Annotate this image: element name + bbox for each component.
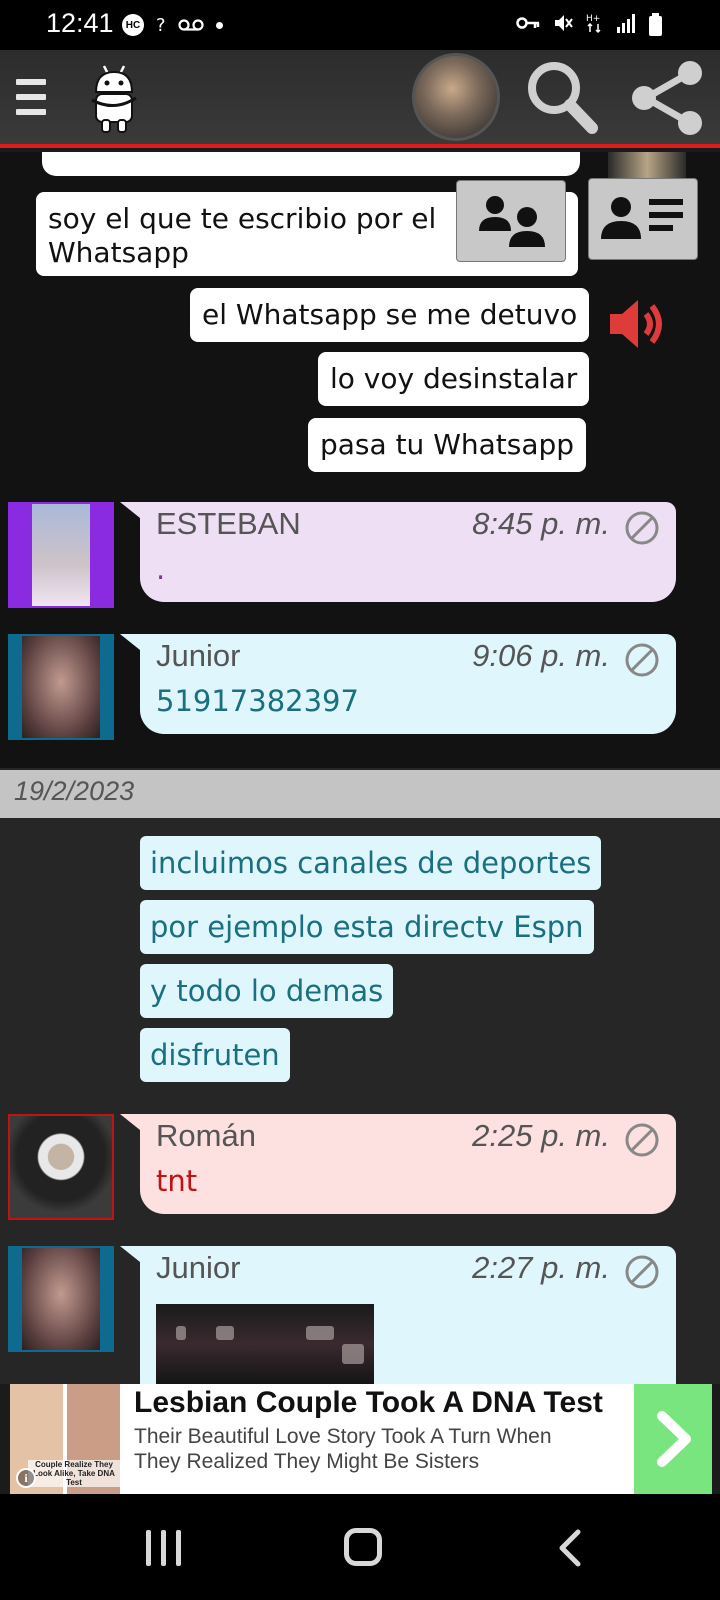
message-text: disfruten [150, 1038, 280, 1072]
thumbnail-partial [608, 152, 686, 180]
sender-name: Román [156, 1118, 256, 1153]
message-time: 2:25 p. m. [472, 1118, 610, 1153]
app-bar [0, 50, 720, 148]
data-hplus-icon: H+ [586, 14, 601, 34]
message-text: tnt [156, 1164, 198, 1198]
ad-description: Their Beautiful Love Story Took A Turn W… [134, 1425, 552, 1473]
message-text: 51917382397 [156, 684, 359, 718]
date-label: 19/2/2023 [14, 776, 135, 806]
avatar[interactable] [8, 502, 114, 608]
message-text: . [156, 552, 166, 586]
recent-apps-icon[interactable] [146, 1530, 182, 1566]
date-separator: 19/2/2023 [0, 770, 720, 818]
home-icon[interactable] [344, 1528, 382, 1566]
message-time: 8:45 p. m. [472, 506, 610, 541]
hamburger-menu-icon[interactable] [16, 79, 46, 115]
notification-dot-icon [215, 21, 223, 29]
share-icon[interactable] [630, 60, 706, 136]
status-icons-right: H+ [516, 12, 664, 34]
block-icon[interactable] [624, 642, 660, 678]
key-icon [516, 17, 540, 29]
back-icon[interactable] [552, 1528, 592, 1568]
message-bubble[interactable]: el Whatsapp se me detuvo [190, 288, 590, 342]
hc-badge-icon: HC [122, 14, 144, 36]
message-bubble[interactable]: pasa tu Whatsapp [308, 418, 587, 472]
message-time: 2:27 p. m. [472, 1250, 610, 1285]
chat-section-previous: soy el que te escribio por el Whatsapp e… [0, 152, 720, 768]
contact-card-icon [601, 197, 683, 239]
mute-vibrate-icon [555, 15, 573, 31]
message-bubble[interactable]: y todo lo demas [140, 964, 394, 1018]
message-text: el Whatsapp se me detuvo [202, 298, 578, 331]
voicemail-icon [177, 19, 204, 31]
network-unknown-icon: ? [156, 14, 166, 36]
avatar[interactable] [8, 634, 114, 740]
status-bar: 12:41 HC ? H+ [0, 0, 720, 50]
android-mascot-logo[interactable] [88, 62, 140, 134]
message-text: soy el que te escribio por el Whatsapp [48, 202, 437, 269]
speaker-volume-icon[interactable] [606, 294, 668, 354]
message-text: y todo lo demas [150, 974, 384, 1008]
ad-banner[interactable]: Couple Realize They Look Alike, Take DNA… [10, 1384, 712, 1494]
signal-icon [617, 14, 635, 33]
message-image[interactable] [156, 1304, 374, 1384]
message-card[interactable]: ESTEBAN 8:45 p. m. . [120, 502, 676, 602]
sender-name: ESTEBAN [156, 506, 301, 541]
ad-title[interactable]: Lesbian Couple Took A DNA Test [134, 1386, 603, 1420]
block-icon[interactable] [624, 1122, 660, 1158]
group-users-button[interactable] [456, 180, 566, 262]
info-icon[interactable]: i [16, 1468, 36, 1488]
ad-cta-button[interactable] [634, 1384, 712, 1494]
group-users-icon [479, 196, 545, 247]
block-icon[interactable] [624, 510, 660, 546]
sender-name: Junior [156, 638, 241, 673]
avatar[interactable] [8, 1246, 114, 1352]
message-card[interactable]: Junior 2:27 p. m. [120, 1246, 676, 1384]
sender-name: Junior [156, 1250, 241, 1285]
message-text: por ejemplo esta directv Espn [150, 910, 584, 944]
chat-area[interactable]: soy el que te escribio por el Whatsapp e… [0, 152, 720, 1384]
contact-card-button[interactable] [588, 178, 698, 260]
user-avatar[interactable] [412, 53, 500, 141]
ad-image-caption: Couple Realize They Look Alike, Take DNA… [28, 1460, 120, 1487]
message-card[interactable]: Román 2:25 p. m. tnt [120, 1114, 676, 1214]
message-text: pasa tu Whatsapp [320, 428, 575, 461]
message-text: lo voy desinstalar [330, 362, 578, 395]
chevron-right-icon [657, 1411, 691, 1467]
message-bubble[interactable]: incluimos canales de deportes [140, 836, 602, 890]
message-bubble[interactable]: disfruten [140, 1028, 290, 1082]
block-icon[interactable] [624, 1254, 660, 1290]
battery-icon [649, 13, 662, 36]
navigation-bar [0, 1494, 720, 1600]
message-bubble[interactable]: por ejemplo esta directv Espn [140, 900, 594, 954]
status-time: 12:41 [46, 8, 114, 38]
message-bubble-partial [42, 152, 580, 176]
status-icons-left: HC ? [122, 14, 223, 36]
message-bubble[interactable]: lo voy desinstalar [318, 352, 590, 406]
svg-text:H+: H+ [586, 14, 600, 24]
avatar[interactable] [8, 1114, 114, 1220]
search-icon[interactable] [524, 58, 602, 138]
message-time: 9:06 p. m. [472, 638, 610, 673]
message-text: incluimos canales de deportes [150, 846, 592, 880]
message-card[interactable]: Junior 9:06 p. m. 51917382397 [120, 634, 676, 734]
